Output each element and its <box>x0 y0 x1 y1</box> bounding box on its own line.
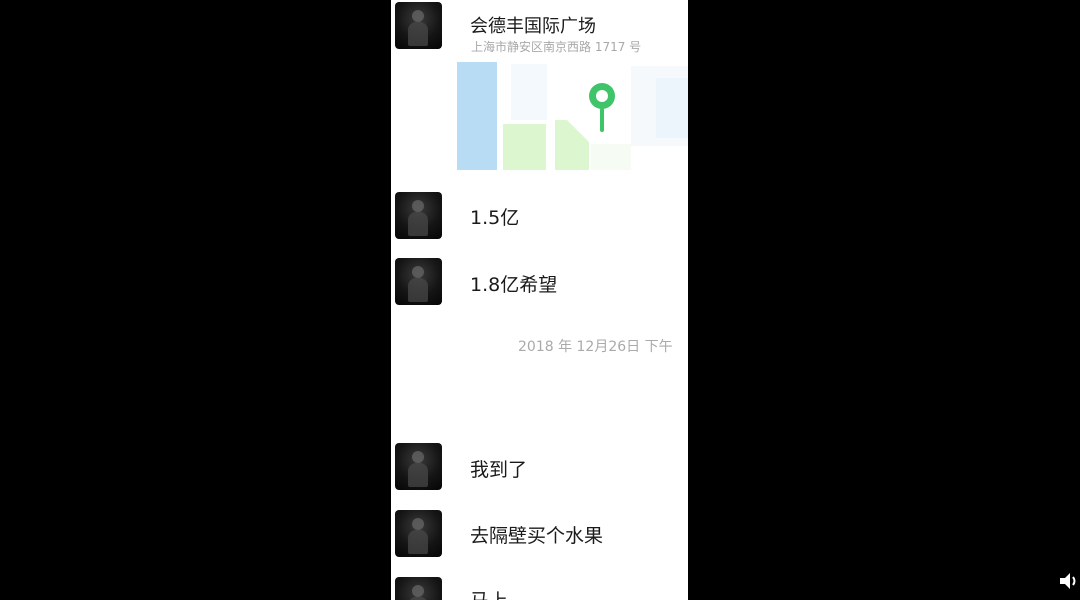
chat-screen: 会德丰国际广场 上海市静安区南京西路 1717 号 1.5亿 1.8亿希望 20… <box>391 0 688 600</box>
speaker-icon[interactable] <box>1058 570 1080 596</box>
map-block <box>591 144 631 170</box>
map-block <box>511 64 547 120</box>
chat-timestamp: 2018 年 12月26日 下午 <box>518 339 673 355</box>
map-block <box>503 124 546 170</box>
avatar[interactable] <box>395 443 442 490</box>
message-text[interactable]: 马上 <box>470 586 508 600</box>
map-block <box>656 78 688 138</box>
message-text[interactable]: 1.8亿希望 <box>470 270 557 297</box>
location-title[interactable]: 会德丰国际广场 <box>470 12 596 38</box>
map-block <box>457 62 497 170</box>
avatar[interactable] <box>395 2 442 49</box>
map-pin-icon <box>589 83 615 132</box>
location-address: 上海市静安区南京西路 1717 号 <box>471 40 642 54</box>
message-text[interactable]: 我到了 <box>470 455 527 482</box>
message-text[interactable]: 1.5亿 <box>470 203 519 230</box>
avatar[interactable] <box>395 577 442 600</box>
avatar[interactable] <box>395 258 442 305</box>
avatar[interactable] <box>395 510 442 557</box>
map-block <box>555 120 589 170</box>
avatar[interactable] <box>395 192 442 239</box>
message-text[interactable]: 去隔壁买个水果 <box>470 521 603 548</box>
location-map-preview[interactable] <box>451 58 688 176</box>
